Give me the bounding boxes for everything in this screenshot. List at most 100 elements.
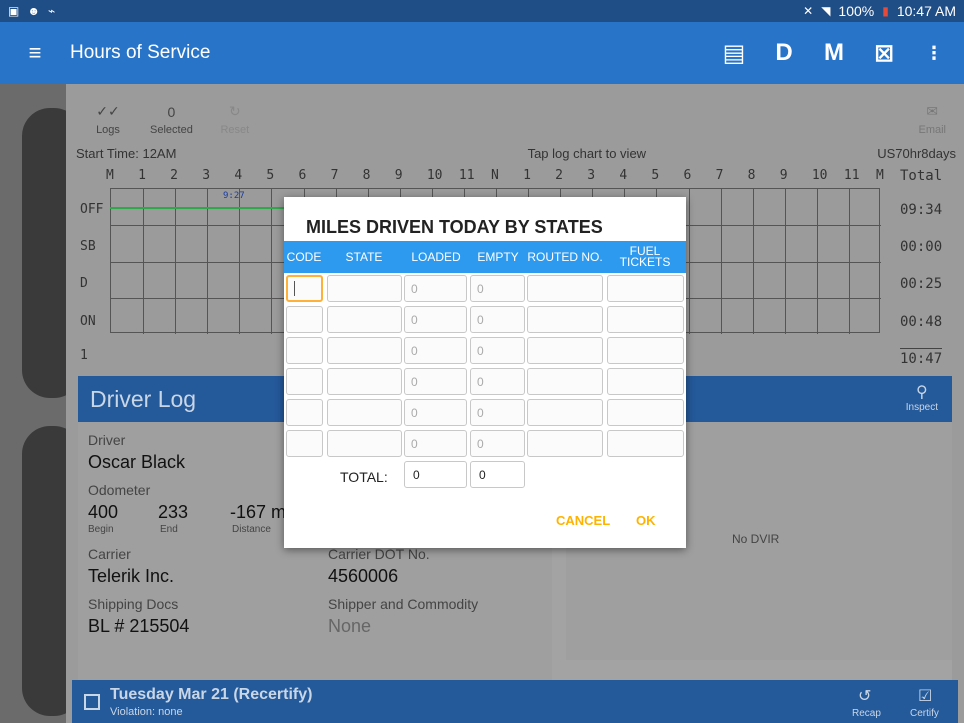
mute-icon: ✕ [803,4,814,18]
fuel-tickets-field[interactable] [607,275,684,302]
state-field[interactable] [327,337,402,364]
total-off: 09:34 [900,202,943,218]
code-field[interactable] [286,368,323,395]
loaded-field[interactable]: 0 [404,368,467,395]
state-field[interactable] [327,275,402,302]
reset-button[interactable]: ↻ Reset [215,103,255,136]
routed-no-field[interactable] [527,337,603,364]
code-field[interactable] [286,275,323,302]
chart-hour-gridline [207,189,209,334]
mechanic-button[interactable]: M [822,39,846,67]
code-field[interactable] [286,430,323,457]
col-routed-no: ROUTED NO. [527,249,603,264]
logs-button[interactable]: ✓✓ Logs [88,103,128,136]
app-bar: ≡ Hours of Service ▤ D M ⊠ ⋮ [0,22,964,84]
state-field[interactable] [327,399,402,426]
event-marker: 9:27 [223,191,245,201]
fuel-tickets-field[interactable] [607,368,684,395]
hour-label: 2 [555,168,563,183]
row-label-on: ON [80,314,96,329]
loaded-field[interactable]: 0 [404,430,467,457]
email-icon: ✉ [926,103,939,119]
loaded-field[interactable]: 0 [404,275,467,302]
row-label-sb: SB [80,239,96,254]
empty-field[interactable]: 0 [470,306,525,333]
odometer-begin: 400 [88,502,119,522]
hour-label: 10 [426,168,443,183]
left-rail [0,84,82,723]
disconnect-device-icon[interactable]: ⊠ [872,39,896,68]
fuel-tickets-field[interactable] [607,399,684,426]
empty-field[interactable]: 0 [470,430,525,457]
chart-hour-gridline [784,189,786,334]
page-title: Hours of Service [70,42,211,63]
day-checkbox[interactable] [84,694,100,710]
total-d: 00:25 [900,276,943,292]
loaded-field[interactable]: 0 [404,306,467,333]
state-field[interactable] [327,430,402,457]
log-toolbar: ✓✓ Logs 0 Selected ↻ Reset ✉ Email [66,84,964,144]
routed-no-field[interactable] [527,430,603,457]
code-field[interactable] [286,306,323,333]
email-label: Email [918,124,946,136]
hour-label: N [491,168,499,183]
start-time: Start Time: 12AM [76,146,177,161]
inspect-label: Inspect [905,402,938,413]
state-field[interactable] [327,368,402,395]
total-sb: 00:00 [900,239,943,255]
shipper-value: None [328,616,372,636]
usb-icon: ⌁ [47,4,56,18]
hour-label: 11 [843,168,860,183]
chart-bottom-marker: 1 [80,348,88,363]
hamburger-menu-icon[interactable]: ≡ [0,40,70,66]
driver-label: Driver [88,432,126,448]
messages-icon[interactable]: ▤ [722,39,746,68]
double-check-icon: ✓✓ [96,103,120,119]
ruleset: US70hr8days [877,146,956,161]
table-header: CODE STATE LOADED EMPTY ROUTED NO. FUEL … [284,241,686,273]
hour-label: 9 [394,168,403,183]
routed-no-field[interactable] [527,306,603,333]
more-options-icon[interactable]: ⋮ [922,43,946,64]
odometer-label: Odometer [88,482,151,498]
recap-icon[interactable]: ↺ [858,686,871,706]
total-header: Total [900,168,943,184]
log-day-bar[interactable]: Tuesday Mar 21 (Recertify) Violation: no… [72,680,958,723]
chart-hour-gridline [752,189,754,334]
loaded-field[interactable]: 0 [404,337,467,364]
email-button[interactable]: ✉ Email [918,103,946,136]
fuel-tickets-field[interactable] [607,430,684,457]
profile-notification-icon: ☻ [27,4,40,18]
certify-icon[interactable]: ☑ [918,686,932,706]
hour-label: M [106,168,114,183]
routed-no-field[interactable] [527,275,603,302]
inspect-button[interactable]: ⚲ Inspect [906,382,938,413]
empty-field[interactable]: 0 [470,368,525,395]
routed-no-field[interactable] [527,399,603,426]
certify-label: Certify [910,708,939,719]
hour-label: 1 [523,168,531,183]
hour-label: 7 [330,168,339,183]
hour-label: 2 [170,168,178,183]
ok-button[interactable]: OK [636,513,656,528]
loaded-field[interactable]: 0 [404,399,467,426]
total-label: TOTAL: [340,469,388,485]
cancel-button[interactable]: CANCEL [556,513,610,528]
chart-hour-gridline [175,189,177,334]
hour-label: M [876,168,884,183]
state-field[interactable] [327,306,402,333]
driver-button[interactable]: D [772,39,796,67]
total-on: 00:48 [900,314,943,330]
battery-percent: 100% [838,3,875,19]
hour-label: 8 [362,168,371,183]
fuel-tickets-field[interactable] [607,337,684,364]
fuel-tickets-field[interactable] [607,306,684,333]
code-field[interactable] [286,399,323,426]
routed-no-field[interactable] [527,368,603,395]
empty-field[interactable]: 0 [470,275,525,302]
empty-field[interactable]: 0 [470,337,525,364]
hour-label: 3 [202,168,211,183]
code-field[interactable] [286,337,323,364]
empty-field[interactable]: 0 [470,399,525,426]
hour-label: 9 [779,168,788,183]
